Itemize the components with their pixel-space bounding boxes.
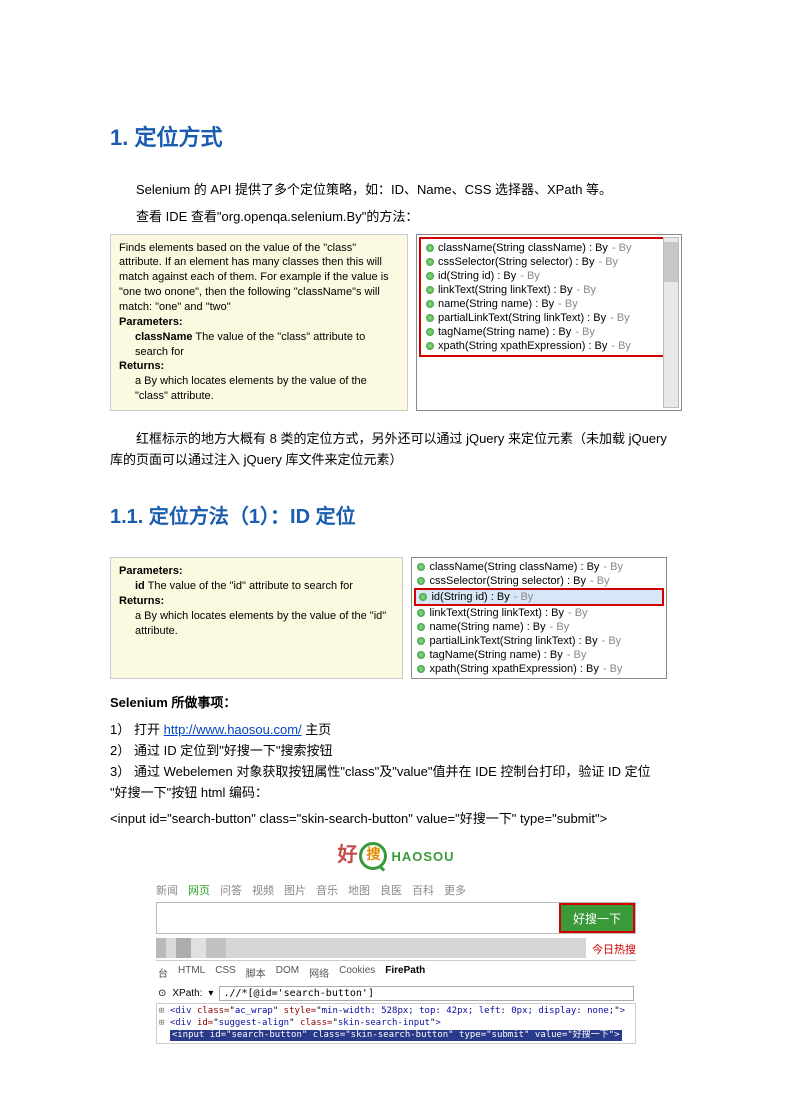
html-inspector: ⊞ <div class="ac_wrap" style="min-width:… <box>156 1003 636 1044</box>
heading-1-1: 1.1. 定位方法（1）：ID 定位 <box>110 500 682 529</box>
javadoc-box-id: Parameters: id The value of the "id" att… <box>110 557 403 679</box>
search-bar: 好搜一下 <box>156 902 636 934</box>
task-2: 2）通过 ID 定位到"好搜一下"搜索按钮 <box>110 741 682 762</box>
xpath-input[interactable]: .//*[@id='search-button'] <box>219 986 634 1001</box>
method-icon <box>426 286 434 294</box>
figure-id-method: Parameters: id The value of the "id" att… <box>110 557 682 679</box>
method-icon <box>426 300 434 308</box>
today-hot-label: 今日热搜 <box>592 938 636 958</box>
api-item: cssSelector(String selector) : By - By <box>414 574 664 588</box>
doc-params-text: className className The value of the "cl… <box>135 330 399 360</box>
method-icon <box>417 665 425 673</box>
api-item: partialLinkText(String linkText) : By - … <box>423 311 675 325</box>
doc-returns-label: Returns: <box>119 595 164 607</box>
task-1: 1）打开 http://www.haosou.com/ 主页 <box>110 720 682 741</box>
method-icon <box>417 623 425 631</box>
api-item: xpath(String xpathExpression) : By - By <box>414 662 664 676</box>
api-item: linkText(String linkText) : By - By <box>423 283 675 297</box>
method-icon <box>426 314 434 322</box>
xpath-row: ⊙ XPath: ▾ .//*[@id='search-button'] <box>156 984 636 1003</box>
method-icon <box>417 651 425 659</box>
doc-params-text: id The value of the "id" attribute to se… <box>135 579 394 594</box>
tasks-title: Selenium 所做事项： <box>110 693 682 714</box>
button-code: <input id="search-button" class="skin-se… <box>110 809 682 830</box>
method-icon <box>426 328 434 336</box>
scrollbar[interactable] <box>663 237 679 408</box>
button-code-note: "好搜一下"按钮 html 编码： <box>110 783 682 804</box>
highlighted-input-element: <input id="search-button" class="skin-se… <box>170 1030 622 1042</box>
task-3: 3）通过 Webelemen 对象获取按钮属性"class"及"value"值并… <box>110 762 682 783</box>
api-item: className(String className) : By - By <box>423 241 675 255</box>
api-item: className(String className) : By - By <box>414 560 664 574</box>
doc-returns-text: a By which locates elements by the value… <box>135 609 394 639</box>
doc-params-label: Parameters: <box>119 316 183 328</box>
doc-text: Finds elements based on the value of the… <box>119 242 389 313</box>
api-item: id(String id) : By - By <box>423 269 675 283</box>
haosou-tabs: 新闻网页问答视频图片音乐地图良医百科更多 <box>156 882 636 898</box>
method-icon <box>419 593 427 601</box>
doc-returns-label: Returns: <box>119 360 164 372</box>
method-icon <box>426 244 434 252</box>
api-list-box-1: className(String className) : By - By cs… <box>416 234 682 411</box>
doc-params-label: Parameters: <box>119 565 183 577</box>
haosou-screenshot: 好搜HAOSOU 新闻网页问答视频图片音乐地图良医百科更多 好搜一下 今日热搜 … <box>156 838 636 1044</box>
search-input[interactable] <box>157 903 559 933</box>
devtools-tabs: 台HTMLCSS脚本DOM网络CookiesFirePath <box>156 960 636 984</box>
doc-returns-text: a By which locates elements by the value… <box>135 374 399 404</box>
api-item: partialLinkText(String linkText) : By - … <box>414 634 664 648</box>
api-item: name(String name) : By - By <box>414 620 664 634</box>
haosou-link[interactable]: http://www.haosou.com/ <box>164 722 302 737</box>
method-icon <box>426 258 434 266</box>
method-icon <box>417 609 425 617</box>
red-box-note: 红框标示的地方大概有 8 类的定位方式，另外还可以通过 jQuery 来定位元素… <box>110 429 682 471</box>
api-item-id-highlight: id(String id) : By - By <box>414 588 664 606</box>
method-icon <box>417 563 425 571</box>
api-list-box-2: className(String className) : By - By cs… <box>411 557 667 679</box>
heading-1: 1. 定位方式 <box>110 120 682 152</box>
intro-line-1: Selenium 的 API 提供了多个定位策略，如：ID、Name、CSS 选… <box>110 180 682 201</box>
api-item: tagName(String name) : By - By <box>414 648 664 662</box>
api-item: xpath(String xpathExpression) : By - By <box>423 339 675 353</box>
method-icon <box>426 272 434 280</box>
search-button-highlight[interactable]: 好搜一下 <box>559 903 635 933</box>
thumbnail-strip <box>156 938 586 958</box>
javadoc-box-classname: Finds elements based on the value of the… <box>110 234 408 411</box>
target-icon[interactable]: ⊙ <box>158 988 166 999</box>
method-icon <box>417 637 425 645</box>
intro-line-2: 查看 IDE 查看"org.openqa.selenium.By"的方法： <box>110 207 682 228</box>
method-icon <box>417 577 425 585</box>
haosou-logo: 好搜HAOSOU <box>156 838 636 870</box>
api-item: tagName(String name) : By - By <box>423 325 675 339</box>
api-item: linkText(String linkText) : By - By <box>414 606 664 620</box>
method-icon <box>426 342 434 350</box>
api-item: cssSelector(String selector) : By - By <box>423 255 675 269</box>
figure-api-overview: Finds elements based on the value of the… <box>110 234 682 411</box>
api-item: name(String name) : By - By <box>423 297 675 311</box>
